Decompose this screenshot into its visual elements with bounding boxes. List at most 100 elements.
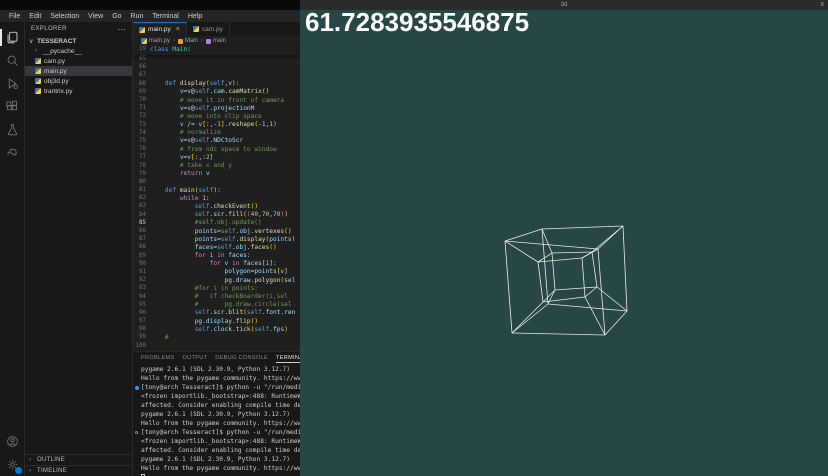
explorer-icon[interactable] xyxy=(0,26,24,49)
terminal[interactable]: pygame 2.6.1 (SDL 2.30.9, Python 3.12.7)… xyxy=(133,364,300,476)
menu-item-go[interactable]: Go xyxy=(108,12,125,21)
code-line-66: 66 xyxy=(133,63,300,71)
file-label: main.py xyxy=(44,68,67,75)
code-text: pg.display.flip() xyxy=(150,318,258,325)
menu-item-selection[interactable]: Selection xyxy=(46,12,83,21)
code-text: pg.draw.polygon(sel xyxy=(150,277,295,284)
sidebar-section-outline[interactable]: ›OUTLINE xyxy=(25,454,132,465)
panel-tab-bar: PROBLEMSOUTPUTDEBUG CONSOLETERMINALPORTS xyxy=(133,352,300,364)
code-text: # from ndc space to window xyxy=(150,146,277,153)
panel-tab-debug-console[interactable]: DEBUG CONSOLE xyxy=(215,354,268,362)
breadcrumb-item[interactable]: Main xyxy=(178,38,198,44)
sticky-scroll-line[interactable]: 19 class Main: xyxy=(133,46,300,55)
line-number: 77 xyxy=(133,154,150,160)
file-label: trantrix.py xyxy=(44,88,73,95)
code-text: for v in faces[i]: xyxy=(150,260,277,267)
panel-tab-output[interactable]: OUTPUT xyxy=(183,354,208,362)
menu-item-view[interactable]: View xyxy=(84,12,107,21)
line-number: 79 xyxy=(133,171,150,177)
line-number: 83 xyxy=(133,203,150,209)
pygame-canvas: 61.7283935546875 xyxy=(300,10,828,476)
tree-root-tesseract[interactable]: ∨ TESSERACT xyxy=(25,36,132,46)
breadcrumb-item[interactable]: main xyxy=(206,38,226,44)
line-number: 67 xyxy=(133,72,150,78)
tree-item-obj3d-py[interactable]: obj3d.py xyxy=(25,76,132,86)
code-text: v=v@self.NDCtoScr xyxy=(150,137,243,144)
copilot-icon[interactable] xyxy=(0,141,24,164)
breadcrumb-separator: › xyxy=(201,38,203,44)
code-line-90: 90 for v in faces[i]: xyxy=(133,260,300,268)
explorer-sidebar: EXPLORER ⋯ ∨ TESSERACT ›__pycache__cam.p… xyxy=(25,22,133,476)
line-number: 98 xyxy=(133,326,150,332)
account-icon[interactable] xyxy=(0,430,24,453)
breadcrumb-label: main.py xyxy=(149,38,170,44)
line-number: 80 xyxy=(133,179,150,185)
code-line-80: 80 xyxy=(133,178,300,186)
code-line-73: 73 v /= v[:,-1].reshape(-1,1) xyxy=(133,121,300,129)
settings-gear-icon[interactable] xyxy=(0,453,24,476)
section-label: OUTLINE xyxy=(37,457,65,463)
line-number: 88 xyxy=(133,244,150,250)
code-text: def main(self): xyxy=(150,187,221,194)
tab-main-py[interactable]: main.py× xyxy=(133,22,187,36)
code-text: return v xyxy=(150,170,210,177)
sidebar-section-timeline[interactable]: ›TIMELINE xyxy=(25,465,132,476)
pygame-window: 3d x 61.7283935546875 xyxy=(300,0,828,476)
terminal-line: Hello from the pygame community. https:/… xyxy=(141,465,300,474)
code-line-70: 70 # move it in front of camera xyxy=(133,96,300,104)
close-icon[interactable]: x xyxy=(821,0,825,10)
line-number: 95 xyxy=(133,302,150,308)
panel-tab-problems[interactable]: PROBLEMS xyxy=(141,354,175,362)
chevron-down-icon: ∨ xyxy=(29,38,34,45)
line-number: 86 xyxy=(133,228,150,234)
close-tab-icon[interactable]: × xyxy=(176,26,180,33)
settings-badge xyxy=(15,467,22,474)
code-text: faces=self.obj.faces() xyxy=(150,244,277,251)
editor-tab-bar: main.py× cam.py xyxy=(133,22,300,36)
line-number: 75 xyxy=(133,138,150,144)
terminal-line: Hello from the pygame community. https:/… xyxy=(141,375,300,384)
line-number: 99 xyxy=(133,334,150,340)
testing-icon[interactable] xyxy=(0,118,24,141)
code-line-76: 76 # from ndc space to window xyxy=(133,145,300,153)
code-text: # take x and y xyxy=(150,162,232,169)
code-text: v=v@self.cam.camMatrix() xyxy=(150,88,269,95)
breadcrumb-item[interactable]: main.py xyxy=(141,38,170,44)
code-text: self.scr.blit(self.font.ren xyxy=(150,309,295,316)
run-debug-icon[interactable] xyxy=(0,72,24,95)
vscode-titlebar[interactable] xyxy=(0,0,300,10)
code-editor[interactable]: 65666768 def display(self,v):69 v=v@self… xyxy=(133,55,300,351)
search-icon[interactable] xyxy=(0,49,24,72)
tree-item-main-py[interactable]: main.py xyxy=(25,66,132,76)
tab-cam-py[interactable]: cam.py xyxy=(187,22,230,36)
terminal-line: pygame 2.6.1 (SDL 2.30.9, Python 3.12.7) xyxy=(141,411,300,420)
menu-item-help[interactable]: Help xyxy=(184,12,206,21)
extensions-icon[interactable] xyxy=(0,95,24,118)
tree-item-trantrix-py[interactable]: trantrix.py xyxy=(25,86,132,96)
python-file-icon xyxy=(35,58,41,64)
menu-item-terminal[interactable]: Terminal xyxy=(148,12,182,21)
tab-label: cam.py xyxy=(202,26,223,33)
tree-item-cam-py[interactable]: cam.py xyxy=(25,56,132,66)
file-tree: ›__pycache__cam.py main.pyobj3d.py trantri… xyxy=(25,46,132,96)
menu-item-edit[interactable]: Edit xyxy=(25,12,45,21)
sidebar-sections: ›OUTLINE›TIMELINE xyxy=(25,454,132,476)
code-line-85: 85 #self.obj.update() xyxy=(133,219,300,227)
code-line-79: 79 return v xyxy=(133,170,300,178)
line-number: 93 xyxy=(133,285,150,291)
code-line-89: 89 for i in faces: xyxy=(133,252,300,260)
panel-tab-terminal[interactable]: TERMINAL xyxy=(276,354,300,363)
line-number: 97 xyxy=(133,318,150,324)
breadcrumb[interactable]: main.py›Main›main xyxy=(133,36,300,46)
line-number: 87 xyxy=(133,236,150,242)
code-line-93: 93 #for i in points: xyxy=(133,284,300,292)
menu-item-run[interactable]: Run xyxy=(127,12,148,21)
more-actions-icon[interactable]: ⋯ xyxy=(118,25,126,34)
terminal-line: affected. Consider enabling compile time… xyxy=(141,402,300,411)
line-number: 84 xyxy=(133,212,150,218)
code-line-67: 67 xyxy=(133,71,300,79)
tree-item-__pycache__[interactable]: ›__pycache__ xyxy=(25,46,132,56)
code-line-87: 87 points=self.display(points) xyxy=(133,235,300,243)
menu-item-file[interactable]: File xyxy=(5,12,24,21)
code-line-94: 94 # if checkBoarder(i,sel xyxy=(133,292,300,300)
